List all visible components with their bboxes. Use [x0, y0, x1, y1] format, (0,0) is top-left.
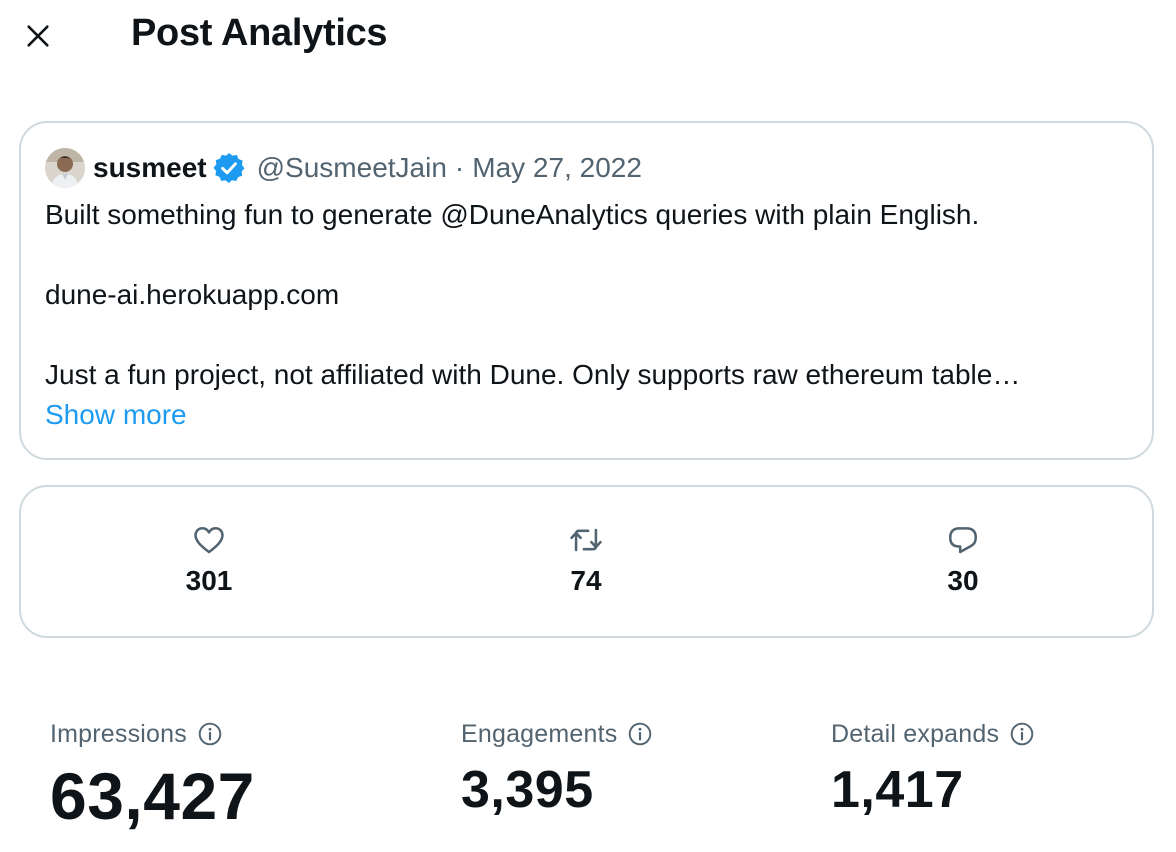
author-handle[interactable]: @SusmeetJain [257, 152, 447, 184]
metric-value: 1,417 [831, 761, 964, 819]
reposts-count: 74 [570, 565, 602, 596]
likes-count: 301 [185, 565, 233, 596]
info-icon[interactable] [197, 721, 223, 747]
page-title: Post Analytics [131, 12, 388, 54]
metric-label: Impressions [50, 719, 187, 748]
info-icon[interactable] [1009, 721, 1035, 747]
separator-dot: · [454, 152, 465, 183]
show-more-link[interactable]: Show more [45, 395, 187, 435]
avatar[interactable] [45, 148, 85, 188]
replies-stat[interactable]: 30 [863, 523, 1063, 597]
post-link-text: dune-ai.herokuapp.com [45, 279, 340, 310]
metric-label: Detail expands [831, 719, 1000, 748]
post-header: susmeet @SusmeetJain · May 27, 2022 [45, 147, 642, 189]
post-text-line: Built something fun to generate @DuneAna… [45, 199, 980, 230]
close-button[interactable] [18, 16, 58, 56]
reposts-stat[interactable]: 74 [486, 523, 686, 597]
metric-label: Engagements [461, 719, 618, 748]
repost-icon [570, 528, 602, 552]
metric-impressions: Impressions 63,427 [50, 714, 255, 833]
post-date[interactable]: May 27, 2022 [472, 152, 642, 184]
header: Post Analytics [0, 0, 1176, 72]
verified-badge-icon [213, 152, 245, 183]
likes-stat[interactable]: 301 [109, 523, 309, 597]
post-text: Built something fun to generate @DuneAna… [45, 195, 1135, 395]
engagement-summary: 301 74 30 [19, 485, 1154, 638]
info-icon[interactable] [627, 721, 653, 747]
quoted-post-card[interactable]: susmeet @SusmeetJain · May 27, 2022 Buil… [19, 121, 1154, 460]
metric-value: 3,395 [461, 761, 594, 819]
metric-value: 63,427 [50, 759, 255, 833]
close-icon[interactable] [24, 22, 52, 50]
reply-icon [948, 527, 978, 554]
metric-engagements: Engagements 3,395 [461, 714, 653, 820]
metric-detail-expands: Detail expands 1,417 [831, 714, 1035, 820]
author-name[interactable]: susmeet [93, 152, 207, 184]
post-text-line: Just a fun project, not affiliated with … [45, 359, 1021, 390]
replies-count: 30 [947, 565, 979, 596]
heart-icon [194, 526, 224, 554]
